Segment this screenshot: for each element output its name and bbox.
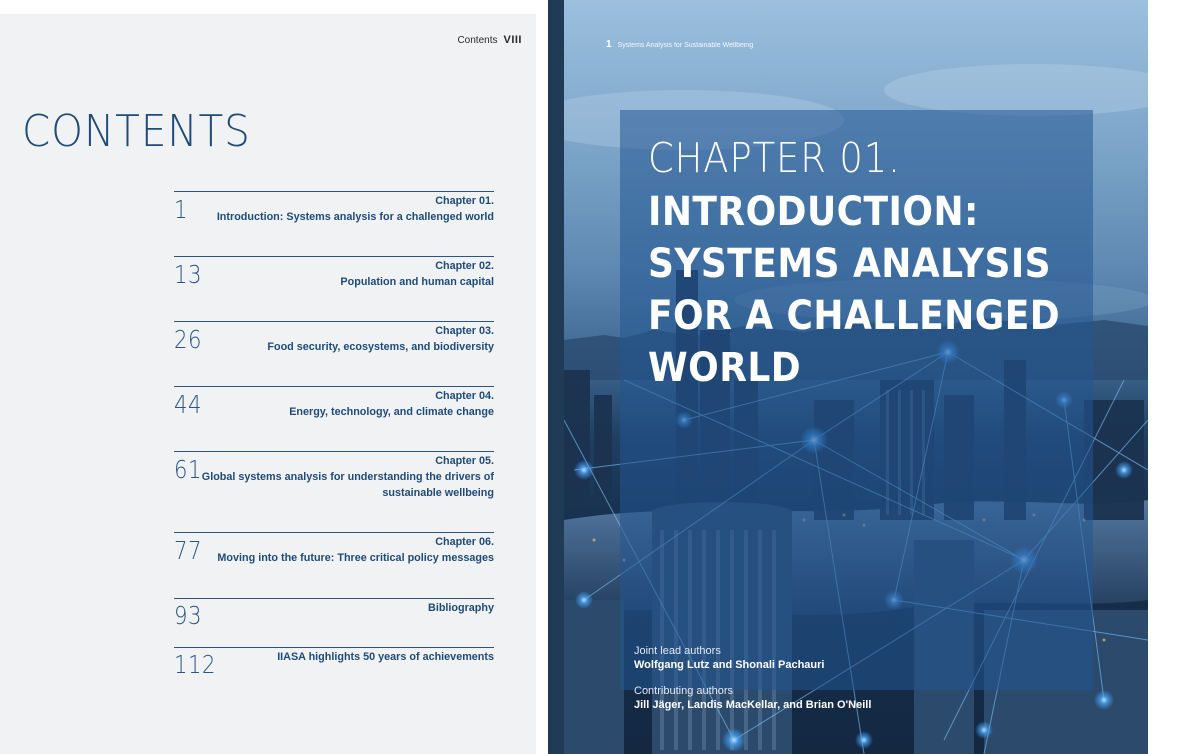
toc-entry-chapter-02[interactable]: 13 Chapter 02. Population and human capi… <box>174 256 494 318</box>
toc-line: Introduction: Systems analysis for a cha… <box>216 211 494 223</box>
running-head: Contents VIII <box>457 34 522 46</box>
running-head: 1 Systems Analysis for Sustainable Wellbe… <box>606 34 753 52</box>
toc-line: Chapter 05. <box>435 455 494 467</box>
toc-line: sustainable wellbeing <box>382 487 494 499</box>
toc-entry-text: Chapter 03. Food security, ecosystems, a… <box>194 323 494 355</box>
author-credits: Joint lead authors Wolfgang Lutz and Sho… <box>634 644 1054 712</box>
toc-entry-text: IIASA highlights 50 years of achievement… <box>194 649 494 665</box>
toc-entry-text: Chapter 04. Energy, technology, and clim… <box>194 388 494 420</box>
toc-line: Chapter 03. <box>435 325 494 337</box>
chapter-title-line: WORLD <box>648 345 802 391</box>
toc-entry-text: Chapter 01. Introduction: Systems analys… <box>194 193 494 225</box>
toc-line: Bibliography <box>428 602 494 614</box>
page-number: VIII <box>503 34 522 46</box>
chapter-title: INTRODUCTION: SYSTEMS ANALYSIS FOR A CHA… <box>648 186 1061 394</box>
toc-entry-text: Chapter 05. Global systems analysis for … <box>194 453 494 501</box>
toc-line: IIASA highlights 50 years of achievement… <box>277 651 494 663</box>
chapter-opener-page: 1 Systems Analysis for Sustainable Wellbe… <box>564 0 1148 754</box>
toc-entry-text: Bibliography <box>194 600 494 616</box>
toc-entry-bibliography[interactable]: 93 Bibliography <box>174 598 494 644</box>
toc-entry-chapter-05[interactable]: 61 Chapter 05. Global systems analysis f… <box>174 451 494 529</box>
toc-line: Moving into the future: Three critical p… <box>217 552 494 564</box>
running-head-label: Contents <box>457 35 498 46</box>
toc-line: Energy, technology, and climate change <box>289 406 494 418</box>
page-number: 1 <box>606 39 612 50</box>
toc-line: Chapter 02. <box>435 260 494 272</box>
toc-line: Food security, ecosystems, and biodivers… <box>267 341 494 353</box>
joint-lead-label: Joint lead authors <box>634 645 721 657</box>
contents-title: CONTENTS <box>22 106 251 157</box>
contents-page: Contents VIII CONTENTS 1 Chapter 01. Intr… <box>0 14 536 754</box>
toc-line: Chapter 04. <box>435 390 494 402</box>
contributing-names: Jill Jäger, Landis MacKellar, and Brian … <box>634 699 872 711</box>
chapter-title-line: INTRODUCTION: <box>648 189 979 235</box>
toc-line: Population and human capital <box>340 276 494 288</box>
contributing-label: Contributing authors <box>634 685 734 697</box>
chapter-title-line: SYSTEMS ANALYSIS <box>648 241 1052 287</box>
toc-entry-chapter-01[interactable]: 1 Chapter 01. Introduction: Systems anal… <box>174 191 494 253</box>
toc-line: Chapter 06. <box>435 536 494 548</box>
toc-entry-text: Chapter 02. Population and human capital <box>194 258 494 290</box>
book-spine <box>548 0 564 754</box>
running-head-title: Systems Analysis for Sustainable Wellbei… <box>617 42 754 49</box>
joint-lead-names: Wolfgang Lutz and Shonali Pachauri <box>634 659 825 671</box>
toc-entry-chapter-03[interactable]: 26 Chapter 03. Food security, ecosystems… <box>174 321 494 383</box>
toc-line: Chapter 01. <box>435 195 494 207</box>
chapter-title-line: FOR A CHALLENGED <box>648 293 1061 339</box>
toc-entry-chapter-04[interactable]: 44 Chapter 04. Energy, technology, and c… <box>174 386 494 448</box>
toc-entry-iiasa-highlights[interactable]: 112 IIASA highlights 50 years of achieve… <box>174 647 494 693</box>
toc-line: Global systems analysis for understandin… <box>201 471 494 483</box>
toc-page-number: 1 <box>174 195 188 224</box>
toc-entry-chapter-06[interactable]: 77 Chapter 06. Moving into the future: T… <box>174 532 494 594</box>
chapter-label: CHAPTER 01. <box>648 134 901 182</box>
toc-entry-text: Chapter 06. Moving into the future: Thre… <box>194 534 494 566</box>
